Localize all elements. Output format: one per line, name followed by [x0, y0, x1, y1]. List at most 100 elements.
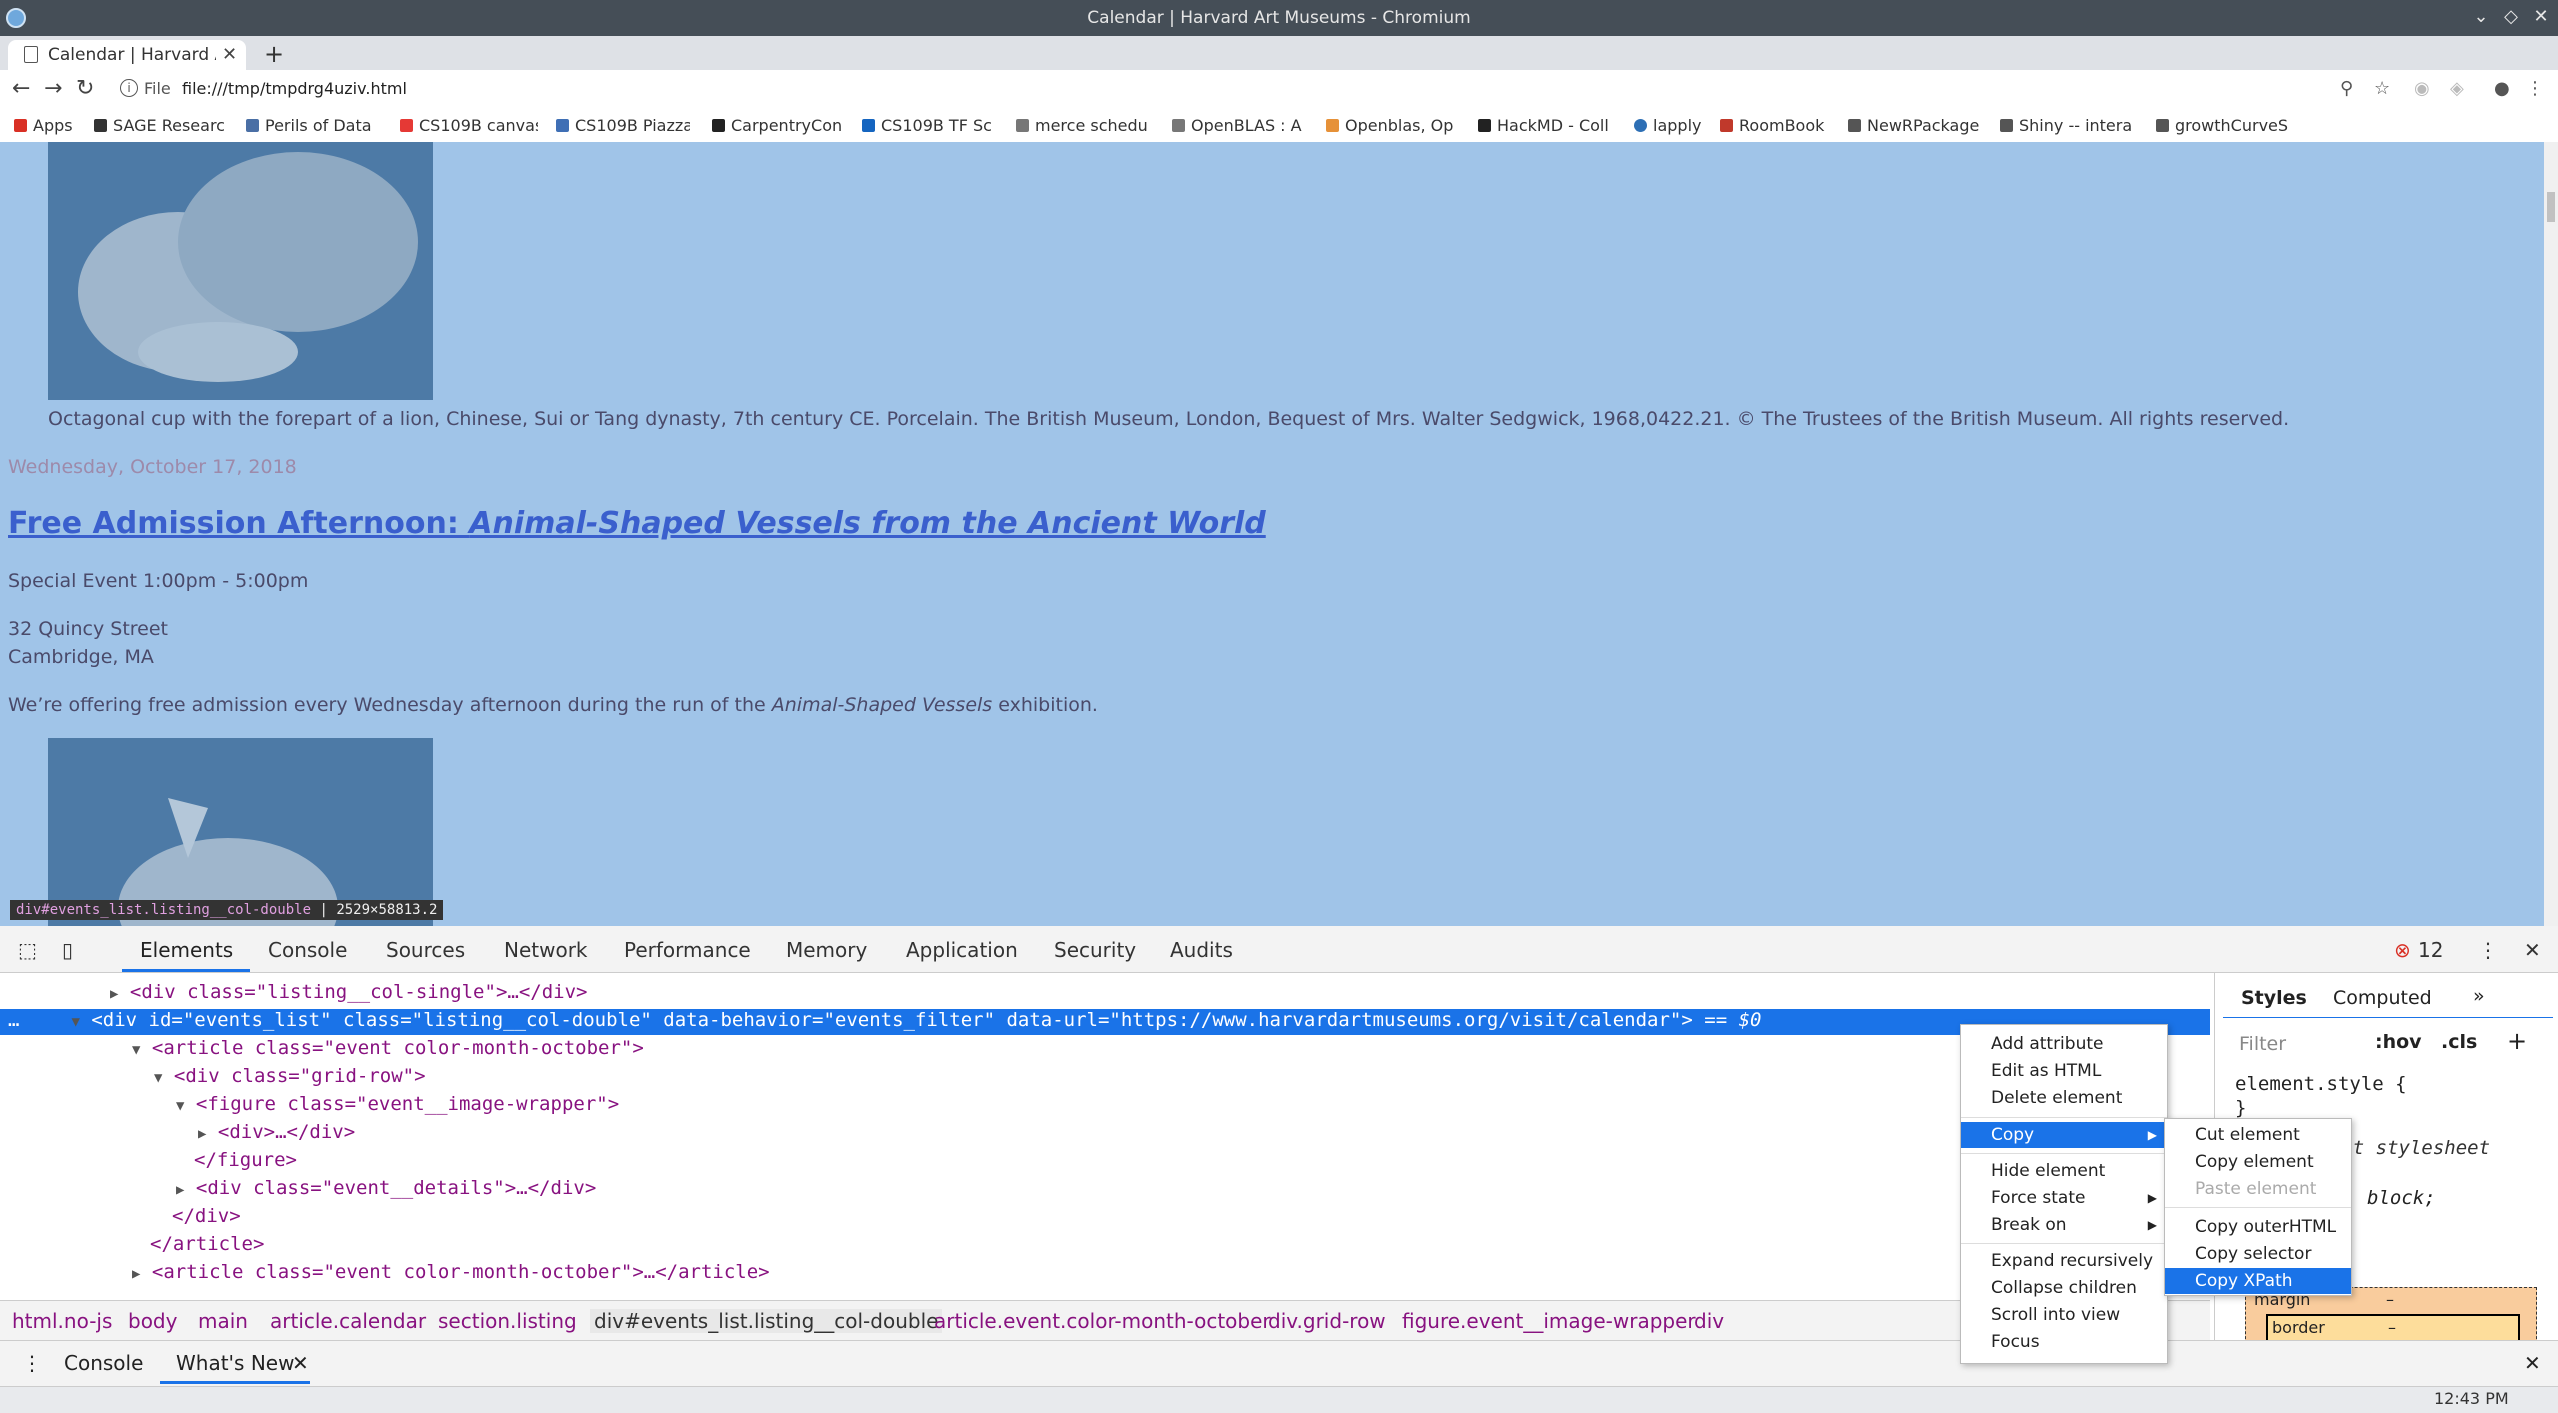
menu-item-copy-element[interactable]: Copy element [2165, 1149, 2351, 1175]
breadcrumb-item[interactable]: figure.event__image-wrapper [1402, 1309, 1696, 1333]
collapse-triangle-icon[interactable]: ▼ [154, 1070, 162, 1086]
expand-triangle-icon[interactable]: ▶ [198, 1126, 206, 1142]
account-icon[interactable]: ● [2494, 78, 2510, 99]
collapse-triangle-icon[interactable]: ▼ [132, 1042, 140, 1058]
bookmark-item[interactable]: CS109B TF Sc [862, 116, 996, 135]
tab-computed[interactable]: Computed [2333, 987, 2432, 1009]
node-options-icon[interactable]: … [0, 1009, 19, 1031]
more-tabs-icon[interactable]: » [2473, 985, 2485, 1007]
menu-item-break-on[interactable]: Break on ▶ [1961, 1212, 2167, 1238]
tab-security[interactable]: Security [1054, 938, 1136, 962]
reload-icon[interactable]: ↻ [76, 76, 94, 101]
element-style-rule[interactable]: element.style { [2235, 1073, 2407, 1095]
menu-item-collapse-children[interactable]: Collapse children [1961, 1275, 2167, 1301]
maximize-button[interactable]: ◇ [2500, 6, 2522, 28]
tab-calendar[interactable]: Calendar | Harvard Art Museums ✕ [8, 40, 246, 70]
dom-node[interactable]: ▶ <div>…</div> [198, 1121, 355, 1143]
bookmark-item[interactable]: merce schedu [1016, 116, 1150, 135]
breadcrumb-item[interactable]: article.event.color-month-october [934, 1309, 1271, 1333]
breadcrumb-item-active[interactable]: div#events_list.listing__col-double [590, 1309, 943, 1333]
breadcrumb-item[interactable]: section.listing [438, 1309, 577, 1333]
breadcrumb-item[interactable]: main [198, 1309, 248, 1333]
dom-node[interactable]: ▼ <article class="event color-month-octo… [132, 1037, 644, 1059]
error-count[interactable]: 12 [2418, 938, 2443, 962]
dom-node[interactable]: ▶ <div class="event__details">…</div> [176, 1177, 596, 1199]
bookmark-folder[interactable]: NewRPackage [1848, 116, 1988, 135]
bookmark-item[interactable]: CS109B canvas [400, 116, 538, 135]
menu-item-cut-element[interactable]: Cut element [2165, 1122, 2351, 1148]
menu-item-copy[interactable]: Copy ▶ [1961, 1122, 2167, 1148]
menu-item-copy-selector[interactable]: Copy selector [2165, 1241, 2351, 1267]
devtools-close-icon[interactable]: ✕ [2524, 938, 2541, 962]
tab-console[interactable]: Console [268, 938, 347, 962]
bookmark-apps[interactable]: Apps [14, 116, 84, 135]
menu-icon[interactable]: ⋮ [2526, 78, 2544, 99]
extension-icon[interactable]: ◉ [2414, 78, 2430, 99]
tab-audits[interactable]: Audits [1170, 938, 1233, 962]
collapse-triangle-icon[interactable]: ▼ [71, 1014, 79, 1030]
menu-item-expand-recursively[interactable]: Expand recursively [1961, 1248, 2167, 1274]
breadcrumb-item[interactable]: div [1694, 1309, 1724, 1333]
collapse-triangle-icon[interactable]: ▼ [176, 1098, 184, 1114]
drawer-menu-icon[interactable]: ⋮ [22, 1351, 42, 1375]
device-toolbar-icon[interactable]: ▯ [62, 938, 73, 962]
bookmark-item[interactable]: lapply [1634, 116, 1724, 135]
bookmark-item[interactable]: OpenBLAS : A [1172, 116, 1306, 135]
devtools-menu-icon[interactable]: ⋮ [2478, 938, 2498, 962]
menu-item-copy-outerhtml[interactable]: Copy outerHTML [2165, 1214, 2351, 1240]
menu-item-hide-element[interactable]: Hide element [1961, 1158, 2167, 1184]
bookmark-folder[interactable]: growthCurveS [2156, 116, 2296, 135]
expand-triangle-icon[interactable]: ▶ [176, 1182, 184, 1198]
bookmark-item[interactable]: HackMD - Coll [1478, 116, 1612, 135]
hov-toggle[interactable]: :hov [2375, 1031, 2422, 1053]
menu-item-edit-as-html[interactable]: Edit as HTML [1961, 1058, 2167, 1084]
breadcrumb-item[interactable]: body [128, 1309, 177, 1333]
event-headline-link[interactable]: Free Admission Afternoon: Animal-Shaped … [8, 506, 1266, 541]
forward-arrow-icon[interactable]: → [44, 76, 62, 101]
zoom-icon[interactable]: ⚲ [2340, 78, 2353, 99]
bookmark-item[interactable]: Openblas, Op [1326, 116, 1460, 135]
address-bar[interactable]: i File file:///tmp/tmpdrg4uziv.html [110, 76, 2390, 104]
tab-styles[interactable]: Styles [2241, 987, 2307, 1009]
expand-triangle-icon[interactable]: ▶ [132, 1266, 140, 1282]
new-rule-button[interactable]: + [2507, 1027, 2527, 1055]
new-tab-button[interactable]: + [264, 40, 284, 68]
dom-node-selected[interactable]: … ▼ <div id="events_list" class="listing_… [0, 1009, 2210, 1035]
menu-item-focus[interactable]: Focus [1961, 1329, 2167, 1355]
error-icon[interactable]: ⊗ [2394, 938, 2411, 962]
bookmark-item[interactable]: Perils of Data [246, 116, 376, 135]
drawer-tab-close-icon[interactable]: ✕ [292, 1351, 309, 1375]
dom-node[interactable]: </article> [150, 1233, 264, 1255]
page-scrollbar[interactable] [2544, 142, 2558, 926]
bookmark-star-icon[interactable]: ☆ [2374, 78, 2390, 99]
bookmark-item[interactable]: SAGE Research [94, 116, 226, 135]
menu-item-add-attribute[interactable]: Add attribute [1961, 1031, 2167, 1057]
breadcrumb-item[interactable]: article.calendar [270, 1309, 426, 1333]
tab-network[interactable]: Network [504, 938, 588, 962]
back-arrow-icon[interactable]: ← [12, 76, 30, 101]
styles-filter-input[interactable]: Filter [2239, 1033, 2286, 1055]
drawer-close-icon[interactable]: ✕ [2524, 1351, 2541, 1375]
url-text[interactable]: file:///tmp/tmpdrg4uziv.html [182, 79, 407, 98]
bookmark-item[interactable]: CarpentryCon [712, 116, 846, 135]
menu-item-scroll-into-view[interactable]: Scroll into view [1961, 1302, 2167, 1328]
dom-node[interactable]: ▶ <article class="event color-month-octo… [132, 1261, 770, 1283]
scrollbar-thumb[interactable] [2547, 192, 2555, 222]
info-icon[interactable]: i [120, 79, 138, 97]
dom-node[interactable]: ▼ <div class="grid-row"> [154, 1065, 426, 1087]
expand-triangle-icon[interactable]: ▶ [110, 986, 118, 1002]
bookmark-item[interactable]: RoomBook [1720, 116, 1848, 135]
cls-toggle[interactable]: .cls [2441, 1031, 2477, 1053]
extension-icon-2[interactable]: ◈ [2450, 78, 2464, 99]
menu-item-copy-xpath[interactable]: Copy XPath [2165, 1268, 2351, 1294]
menu-item-force-state[interactable]: Force state ▶ [1961, 1185, 2167, 1211]
tab-memory[interactable]: Memory [786, 938, 867, 962]
dom-node[interactable]: </div> [172, 1205, 241, 1227]
bookmark-folder[interactable]: Shiny -- intera [2000, 116, 2140, 135]
drawer-tab-whats-new[interactable]: What's New [176, 1351, 294, 1375]
bookmark-item[interactable]: CS109B Piazza [556, 116, 690, 135]
breadcrumb-item[interactable]: html.no-js [12, 1309, 112, 1333]
drawer-tab-console[interactable]: Console [64, 1351, 143, 1375]
inspect-element-icon[interactable]: ⬚ [18, 938, 37, 962]
dom-node[interactable]: </figure> [194, 1149, 297, 1171]
